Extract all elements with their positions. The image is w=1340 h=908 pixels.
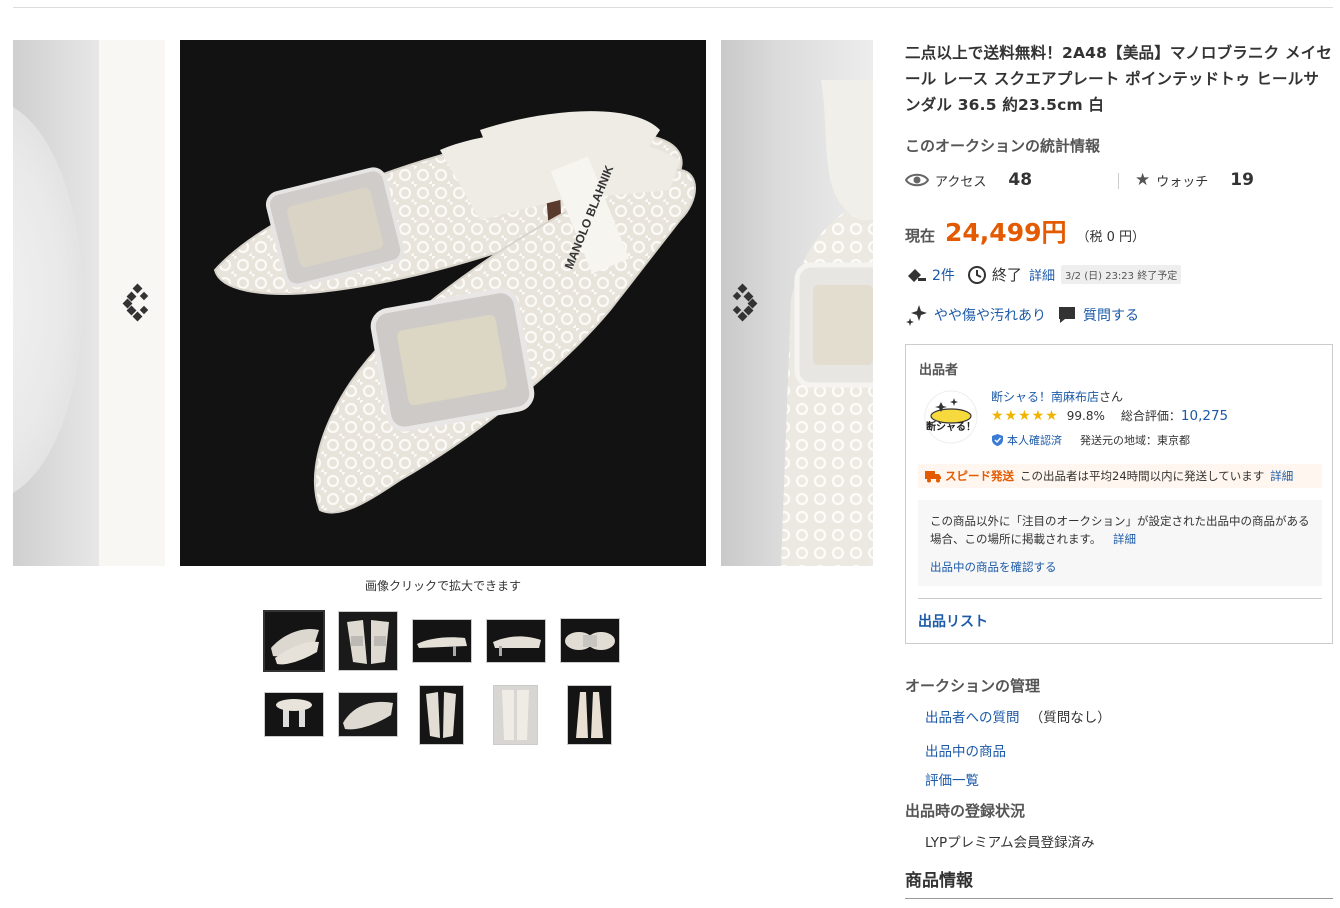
registration-heading: 出品時の登録状況: [905, 802, 1026, 820]
featured-notice: この商品以外に「注目のオークション」が設定された出品中の商品がある場合、この場所…: [918, 500, 1322, 586]
price-row: 現在 24,499円 （税 0 円）: [905, 213, 1145, 249]
speed-text: この出品者は平均24時間以内に発送しています: [1020, 469, 1265, 483]
speed-detail-link[interactable]: 詳細: [1270, 468, 1293, 484]
seller-box: 出品者 断シャる！ 断シャる！南麻布店さん ★★★★★ 99.8% 総合評価： …: [905, 344, 1333, 644]
verified-link[interactable]: 本人確認済: [1007, 432, 1062, 448]
registration-status: LYPプレミアム会員登録済み: [925, 835, 1095, 851]
condition-link[interactable]: やや傷や汚れあり: [934, 305, 1046, 325]
thumbnail[interactable]: [338, 692, 398, 737]
access-label: アクセス: [935, 174, 987, 190]
rating-row: ★★★★★ 99.8% 総合評価： 10,275: [991, 407, 1228, 424]
question-status: （質問なし）: [1029, 710, 1111, 726]
star-icon: ★: [1135, 170, 1151, 190]
clock-icon: [967, 265, 986, 284]
stats-divider: [1118, 173, 1119, 189]
image-caption: 画像クリックで拡大できます: [364, 579, 521, 593]
end-detail-link[interactable]: 詳細: [1029, 265, 1055, 284]
product-info-heading: 商品情報: [905, 871, 973, 891]
ratings-list-link[interactable]: 評価一覧: [925, 769, 979, 789]
price-label: 現在: [905, 227, 936, 245]
ask-seller-link[interactable]: 出品者への質問: [925, 710, 1020, 726]
question-row: 出品者への質問 （質問なし）: [925, 706, 1111, 726]
access-value: 48: [1008, 170, 1033, 190]
price-tax: （税 0 円）: [1076, 230, 1146, 245]
price-value: 24,499円: [945, 218, 1067, 247]
sparkle-icon: [906, 305, 927, 326]
seller-region: 発送元の地域：東京都: [1080, 434, 1190, 447]
watch-value: 19: [1230, 170, 1254, 190]
double-chevron-right-icon: [732, 283, 758, 322]
next-image-button[interactable]: [732, 282, 766, 322]
end-label: 終了: [991, 266, 1022, 284]
rating-stars: ★★★★★: [991, 407, 1059, 424]
item-title: 二点以上で送料無料！2A48【美品】マノロブラニク メイセール レース スクエア…: [905, 44, 1333, 114]
confirm-listings-link[interactable]: 出品中の商品を確認する: [930, 558, 1057, 576]
item-detail-panel: 二点以上で送料無料！2A48【美品】マノロブラニク メイセール レース スクエア…: [905, 40, 1333, 891]
seller-listings-link[interactable]: 出品中の商品: [925, 740, 1006, 760]
bid-row: 2件 終了 詳細 3/2 (日) 23:23 終了予定: [905, 264, 1182, 285]
thumbnail[interactable]: [419, 685, 464, 745]
thumbnail[interactable]: [486, 619, 546, 663]
condition-row: やや傷や汚れあり 質問する: [905, 303, 1139, 327]
speed-label: スピード発送: [945, 469, 1014, 483]
prev-image-button[interactable]: [122, 282, 156, 322]
rating-percent: 99.8%: [1066, 408, 1105, 423]
previous-slide-image[interactable]: [13, 40, 99, 566]
management-heading: オークションの管理: [905, 677, 1041, 695]
speech-bubble-icon: [1059, 307, 1075, 323]
eye-icon: [905, 173, 929, 187]
gavel-icon: [908, 268, 926, 282]
seller-divider: [918, 598, 1322, 599]
watch-label: ウォッチ: [1156, 174, 1209, 190]
thumbnail[interactable]: [264, 692, 324, 737]
thumbnail[interactable]: [263, 610, 325, 672]
access-stat: アクセス 48: [905, 170, 1032, 190]
speed-shipping-bar: スピード発送 この出品者は平均24時間以内に発送しています 詳細: [918, 464, 1322, 488]
thumbnail[interactable]: [493, 685, 538, 745]
truck-icon: [925, 471, 941, 483]
thumbnail[interactable]: [412, 619, 472, 663]
listing-list-link[interactable]: 出品リスト: [918, 611, 988, 631]
double-chevron-left-icon: [122, 283, 149, 322]
thumbnail[interactable]: [560, 618, 620, 663]
seller-name-row: 断シャる！南麻布店さん: [991, 388, 1123, 405]
notice-detail-link[interactable]: 詳細: [1113, 532, 1136, 546]
stats-heading: このオークションの統計情報: [905, 137, 1101, 155]
thumbnail[interactable]: [567, 685, 612, 745]
main-product-image[interactable]: MANOLO BLAHNIK: [180, 40, 706, 566]
seller-heading: 出品者: [919, 363, 959, 378]
verify-row: 本人確認済 発送元の地域：東京都: [991, 432, 1190, 448]
product-info-divider: [905, 898, 1333, 899]
watch-stat: ★ ウォッチ 19: [1135, 170, 1254, 190]
total-rating-label: 総合評価：: [1120, 409, 1181, 423]
bid-count-link[interactable]: 2件: [932, 265, 955, 285]
ask-question-link[interactable]: 質問する: [1083, 305, 1139, 325]
shield-check-icon: [992, 434, 1003, 446]
stats-row: アクセス 48 ★ ウォッチ 19: [905, 170, 1333, 194]
seller-logo-text: 断シャる！: [926, 420, 976, 433]
seller-avatar[interactable]: 断シャる！: [924, 386, 978, 448]
thumbnail[interactable]: [338, 611, 398, 671]
seller-name-link[interactable]: 断シャる！南麻布店: [991, 390, 1099, 404]
top-divider: [13, 7, 1333, 8]
end-time: 3/2 (日) 23:23 終了予定: [1060, 265, 1182, 284]
seller-name-suffix: さん: [1099, 390, 1124, 404]
total-rating-link[interactable]: 10,275: [1181, 408, 1228, 424]
